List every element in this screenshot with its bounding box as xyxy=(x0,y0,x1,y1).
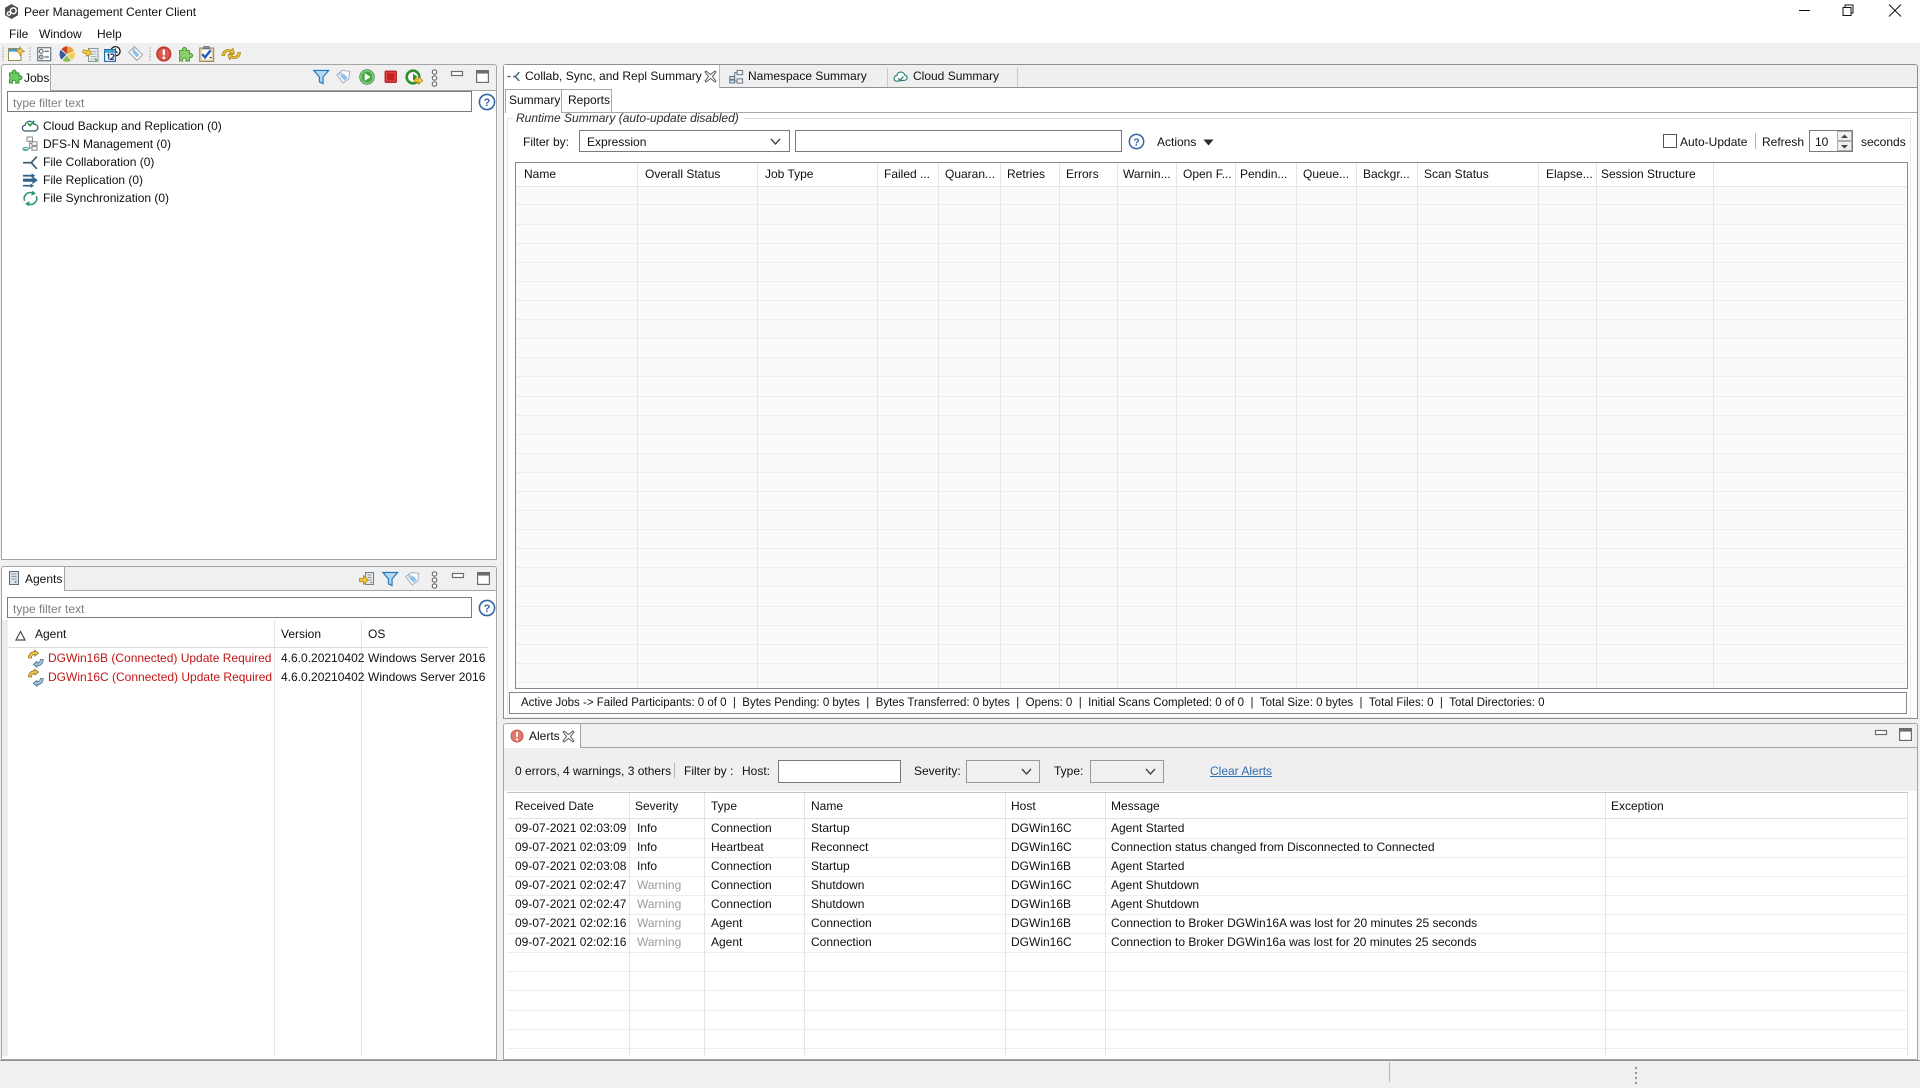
svg-text:?: ? xyxy=(484,97,491,109)
svg-text:?: ? xyxy=(484,603,491,615)
svg-text:?: ? xyxy=(1133,137,1139,148)
